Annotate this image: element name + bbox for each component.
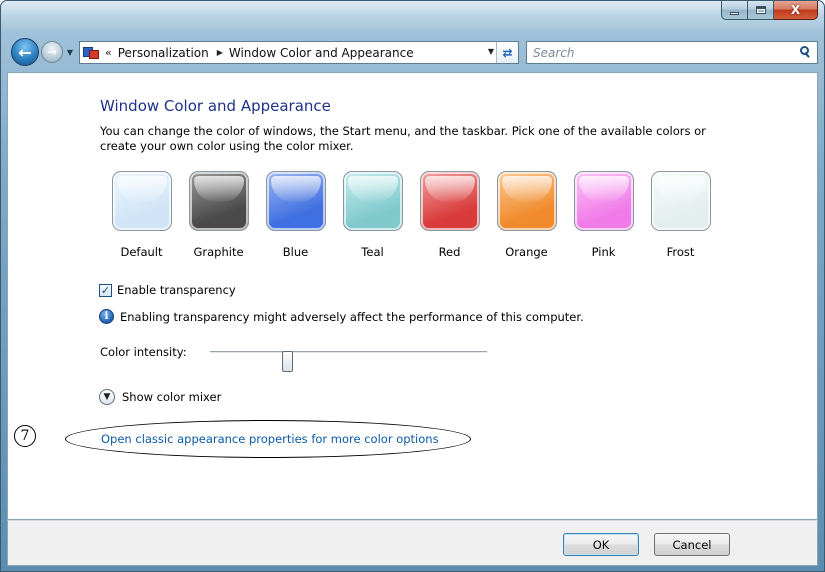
close-icon: X [790, 3, 801, 17]
swatch-label: Orange [505, 245, 548, 259]
breadcrumb-window-color[interactable]: Window Color and Appearance [229, 46, 414, 60]
address-bar[interactable]: « Personalization ▶ Window Color and App… [79, 41, 519, 64]
search-input[interactable]: Search [527, 46, 795, 60]
swatch-color[interactable] [496, 171, 557, 231]
transparency-info: i Enabling transparency might adversely … [99, 309, 584, 324]
breadcrumb-personalization[interactable]: Personalization [118, 46, 209, 60]
minimize-button[interactable] [721, 1, 748, 20]
swatch-color[interactable] [650, 171, 711, 231]
dialog-footer: OK Cancel [7, 520, 818, 566]
address-dropdown-icon[interactable]: ▼ [488, 47, 494, 56]
forward-button[interactable]: → [41, 41, 63, 63]
show-color-mixer-label[interactable]: Show color mixer [122, 390, 221, 404]
expand-chevron-icon[interactable]: ▼ [99, 389, 115, 405]
color-intensity-slider[interactable] [210, 351, 487, 372]
window-frame: X ← → ▼ « Personalization ▶ Window Color… [0, 0, 825, 572]
swatch-default[interactable]: Default [103, 171, 180, 259]
title-bar[interactable]: X [1, 1, 824, 33]
back-arrow-icon: ← [18, 42, 32, 62]
refresh-icon: ⇄ [502, 45, 513, 60]
chevron-down-icon: ▼ [66, 47, 74, 57]
page-description: You can change the color of windows, the… [100, 124, 706, 153]
swatch-color[interactable] [342, 171, 403, 231]
color-intensity-thumb[interactable] [282, 351, 293, 372]
close-button[interactable]: X [774, 1, 818, 20]
swatch-label: Frost [666, 245, 695, 259]
control-panel-icon [83, 45, 101, 60]
breadcrumb-overflow[interactable]: « [105, 46, 112, 59]
back-button[interactable]: ← [11, 38, 39, 66]
minimize-icon [730, 11, 739, 15]
swatch-label: Red [438, 245, 461, 259]
ok-button[interactable]: OK [563, 533, 639, 556]
swatch-label: Graphite [193, 245, 244, 259]
content-pane: Window Color and Appearance You can chan… [7, 72, 818, 520]
swatch-pink[interactable]: Pink [565, 171, 642, 259]
caption-buttons: X [721, 1, 818, 20]
enable-transparency-label[interactable]: Enable transparency [117, 283, 236, 297]
breadcrumb-arrow-icon[interactable]: ▶ [217, 48, 223, 57]
maximize-icon [755, 6, 766, 14]
annotation-number: 7 [14, 425, 36, 447]
transparency-option[interactable]: ✓ Enable transparency [99, 283, 236, 297]
navigation-bar: ← → ▼ « Personalization ▶ Window Color a… [7, 37, 818, 69]
swatch-label: Teal [361, 245, 384, 259]
swatch-color[interactable] [265, 171, 326, 231]
swatch-graphite[interactable]: Graphite [180, 171, 257, 259]
swatch-color[interactable] [111, 171, 172, 231]
swatch-color[interactable] [573, 171, 634, 231]
search-icon[interactable] [795, 42, 817, 63]
color-intensity-label: Color intensity: [100, 345, 187, 359]
swatch-teal[interactable]: Teal [334, 171, 411, 259]
classic-appearance-link[interactable]: Open classic appearance properties for m… [101, 432, 439, 446]
swatch-blue[interactable]: Blue [257, 171, 334, 259]
swatch-color[interactable] [419, 171, 480, 231]
swatch-label: Pink [591, 245, 616, 259]
enable-transparency-checkbox[interactable]: ✓ [99, 283, 112, 297]
swatch-label: Default [120, 245, 163, 259]
page-title: Window Color and Appearance [100, 97, 331, 115]
recent-pages-dropdown[interactable]: ▼ [65, 46, 75, 58]
swatch-red[interactable]: Red [411, 171, 488, 259]
forward-arrow-icon: → [46, 45, 58, 59]
color-swatches: Default Graphite Blue Teal Red Orange Pink Fros… [103, 171, 719, 259]
info-icon: i [99, 309, 114, 324]
info-text: Enabling transparency might adversely af… [120, 309, 584, 324]
color-intensity-row: Color intensity: [100, 343, 500, 372]
swatch-color[interactable] [188, 171, 249, 231]
swatch-orange[interactable]: Orange [488, 171, 565, 259]
show-color-mixer[interactable]: ▼ Show color mixer [99, 389, 221, 405]
swatch-frost[interactable]: Frost [642, 171, 719, 259]
cancel-button[interactable]: Cancel [654, 533, 730, 556]
refresh-button[interactable]: ⇄ [496, 42, 518, 63]
swatch-label: Blue [282, 245, 309, 259]
search-box[interactable]: Search [526, 41, 818, 64]
maximize-button[interactable] [748, 1, 774, 20]
